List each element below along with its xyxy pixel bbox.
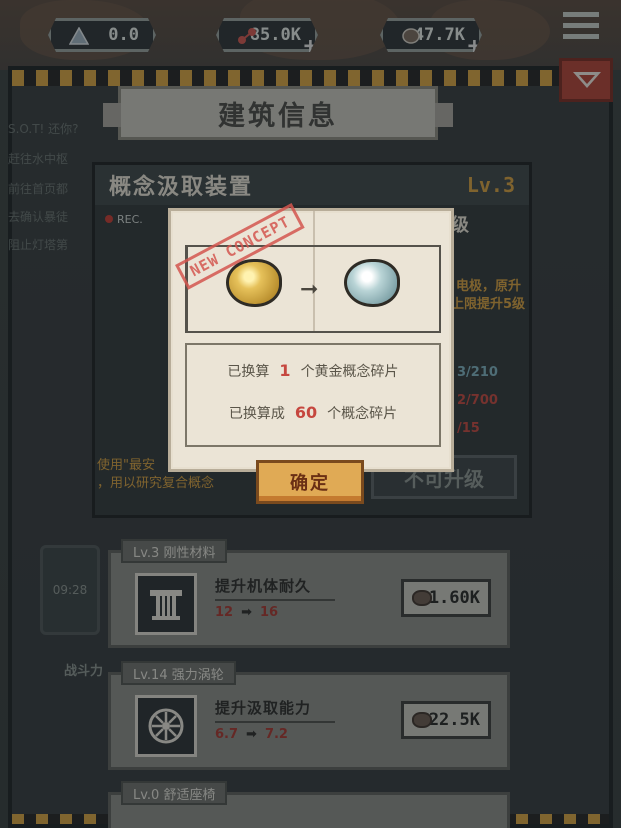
line-suffix: 个概念碎片 — [327, 406, 398, 422]
line-prefix: 已换算成 — [228, 406, 285, 422]
silver-crystal-icon — [344, 259, 400, 307]
converted-line: 已换算 1 个黄金概念碎片 — [187, 361, 439, 381]
conversion-info: 已换算 1 个黄金概念碎片 已换算成 60 个概念碎片 — [185, 343, 441, 447]
confirm-button[interactable]: 确定 — [256, 460, 364, 504]
line-prefix: 已换算 — [227, 364, 270, 380]
line-suffix: 个黄金概念碎片 — [300, 364, 399, 380]
result-line: 已换算成 60 个概念碎片 — [187, 403, 439, 423]
arrow-right-icon: ➞ — [300, 277, 319, 302]
conversion-dialog: ➞ NEW CONCEPT 已换算 1 个黄金概念碎片 已换算成 60 个概念碎片 — [168, 202, 454, 472]
gold-crystal-icon — [226, 259, 282, 307]
result-count: 60 — [294, 403, 318, 422]
converted-count: 1 — [279, 361, 291, 380]
